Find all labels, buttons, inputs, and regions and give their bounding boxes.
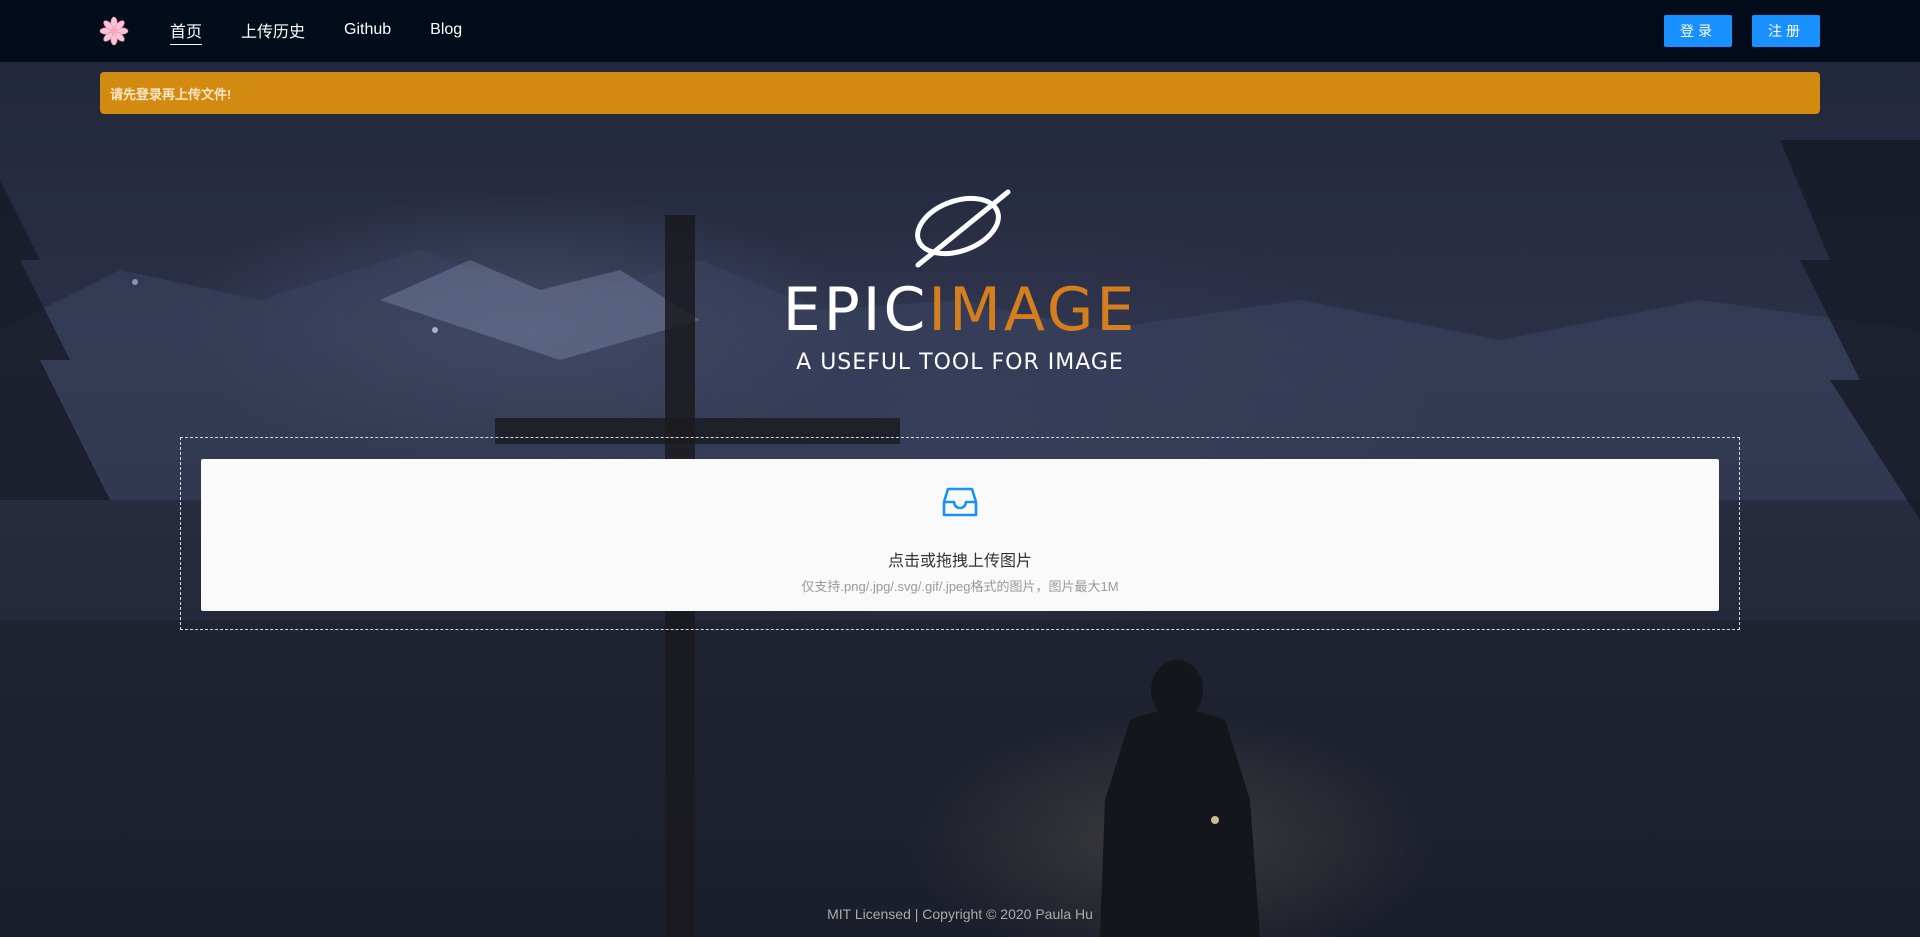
main-nav: 首页 上传历史 Github Blog xyxy=(170,0,501,62)
nav-link-blog[interactable]: Blog xyxy=(430,21,462,41)
brand-title-epic: EPIC xyxy=(782,275,929,345)
auth-buttons: 登录 注册 xyxy=(1664,15,1820,47)
login-required-alert: 请先登录再上传文件! xyxy=(100,72,1820,114)
inbox-icon xyxy=(942,487,978,517)
nav-link-upload-history[interactable]: 上传历史 xyxy=(241,18,305,44)
alert-message: 请先登录再上传文件! xyxy=(110,86,232,102)
login-button[interactable]: 登录 xyxy=(1664,15,1732,47)
brand-tagline: A USEFUL TOOL FOR IMAGE xyxy=(796,350,1124,375)
upload-dropzone[interactable]: 点击或拖拽上传图片 仅支持.png/.jpg/.svg/.gif/.jpeg格式… xyxy=(201,459,1719,611)
top-navbar: 首页 上传历史 Github Blog 登录 注册 xyxy=(0,0,1920,62)
brand-title: EPICIMAGE xyxy=(0,280,1920,340)
brand-title-image: IMAGE xyxy=(928,275,1138,345)
upload-title: 点击或拖拽上传图片 xyxy=(887,553,1032,570)
footer-copyright: MIT Licensed | Copyright © 2020 Paula Hu xyxy=(827,906,1093,922)
flower-icon[interactable] xyxy=(99,16,129,46)
register-button[interactable]: 注册 xyxy=(1752,15,1820,47)
nav-link-github[interactable]: Github xyxy=(344,21,391,41)
brand-logo: EPICIMAGE A USEFUL TOOL FOR IMAGE xyxy=(0,188,1920,375)
upload-hint: 仅支持.png/.jpg/.svg/.gif/.jpeg格式的图片，图片最大1M xyxy=(801,579,1119,594)
epicimage-logo-icon xyxy=(915,189,1011,268)
nav-link-home[interactable]: 首页 xyxy=(170,18,203,45)
